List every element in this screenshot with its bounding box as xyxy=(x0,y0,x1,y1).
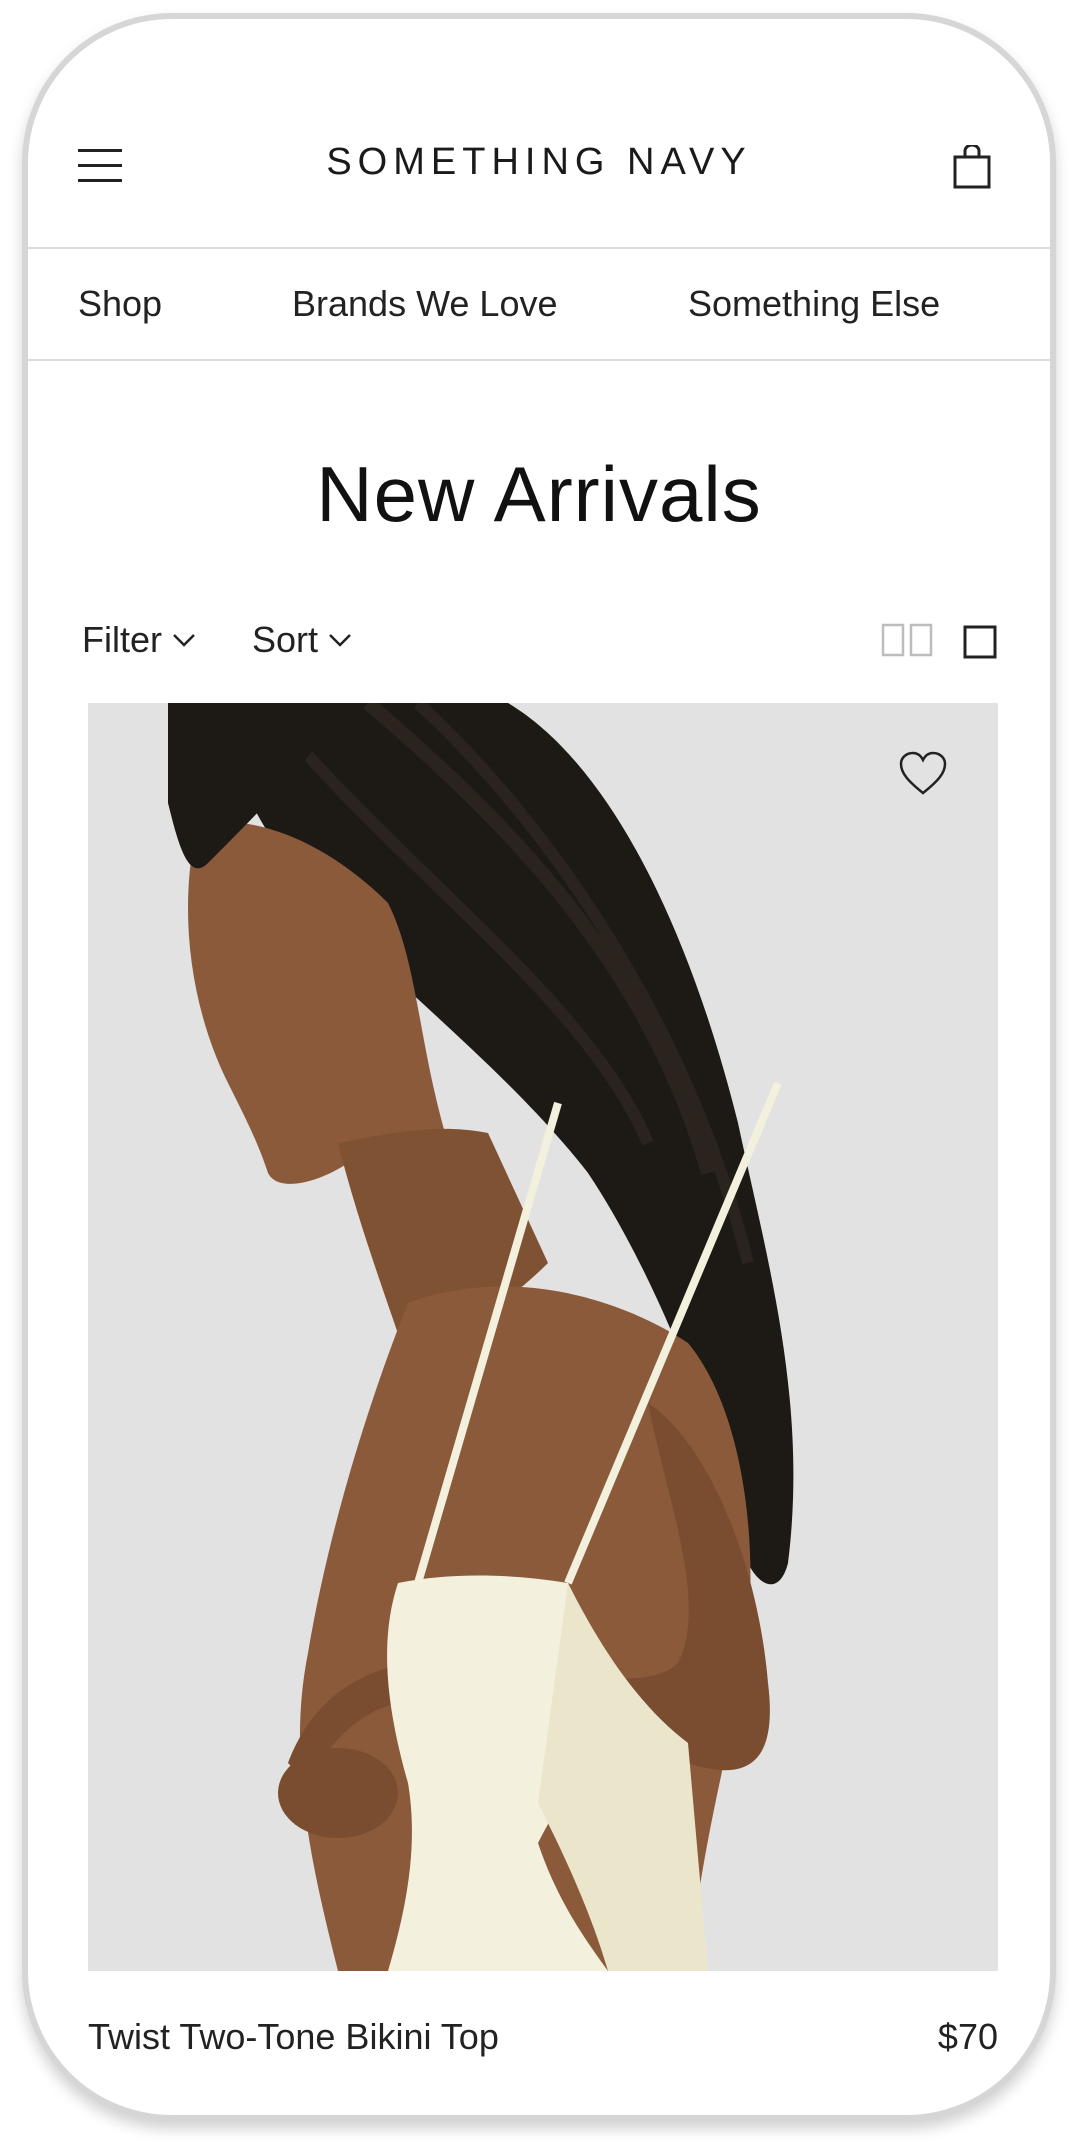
site-logo[interactable]: SOMETHING NAVY xyxy=(28,141,1050,184)
two-column-grid-icon[interactable] xyxy=(881,623,933,657)
shopping-bag-icon[interactable] xyxy=(952,145,992,189)
single-column-grid-icon[interactable] xyxy=(963,625,997,659)
site-header: SOMETHING NAVY xyxy=(28,19,1050,249)
chevron-down-icon xyxy=(329,634,351,647)
product-name[interactable]: Twist Two-Tone Bikini Top xyxy=(88,2016,499,2058)
heart-icon[interactable] xyxy=(898,751,948,797)
sort-button[interactable]: Sort xyxy=(252,619,352,661)
phone-frame: SOMETHING NAVY Shop Brands We Love Somet… xyxy=(22,13,1056,2121)
nav-item-something-else[interactable]: Something Else xyxy=(688,283,940,325)
product-price: $70 xyxy=(937,2016,998,2057)
sort-label: Sort xyxy=(252,619,319,660)
filter-button[interactable]: Filter xyxy=(82,619,196,661)
model-photo-illustration xyxy=(88,703,998,1971)
product-image[interactable] xyxy=(88,703,998,1971)
nav-item-shop[interactable]: Shop xyxy=(78,283,162,325)
category-nav: Shop Brands We Love Something Else xyxy=(28,249,1050,361)
filter-label: Filter xyxy=(82,619,162,660)
nav-item-brands-we-love[interactable]: Brands We Love xyxy=(292,283,557,325)
page-title: New Arrivals xyxy=(316,450,762,538)
screen: SOMETHING NAVY Shop Brands We Love Somet… xyxy=(28,19,1050,2115)
chevron-down-icon xyxy=(173,634,195,647)
